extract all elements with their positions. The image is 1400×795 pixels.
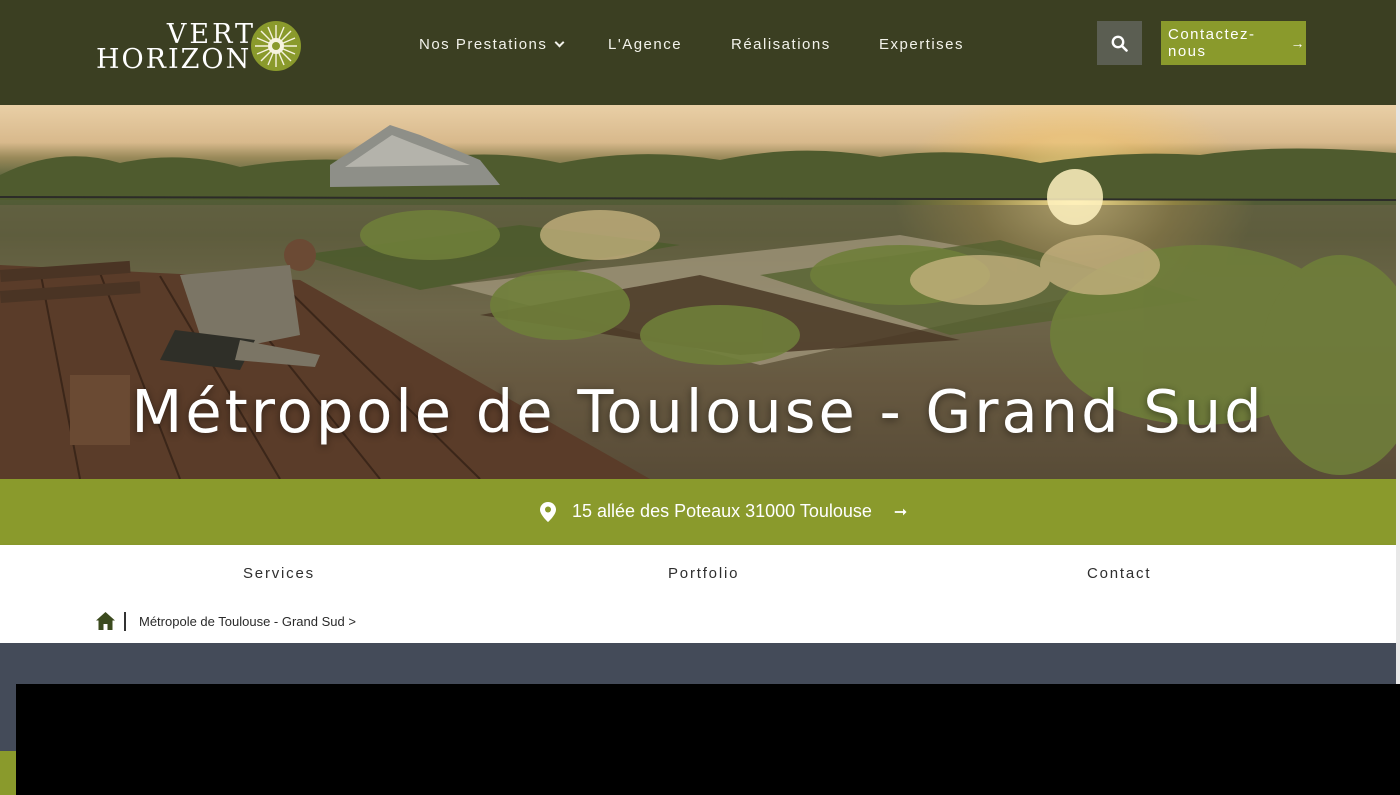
breadcrumb: Métropole de Toulouse - Grand Sud > — [0, 601, 1396, 643]
arrow-right-icon: ➞ — [893, 503, 908, 521]
nav-agence[interactable]: L'Agence — [608, 36, 682, 53]
tab-contact[interactable]: Contact — [1087, 565, 1151, 582]
nav-expertises[interactable]: Expertises — [879, 36, 964, 53]
scrollbar[interactable] — [1396, 0, 1400, 684]
search-button[interactable] — [1097, 21, 1142, 65]
nav-nos-prestations-label: Nos Prestations — [419, 36, 548, 53]
chevron-down-icon — [554, 37, 565, 48]
nav-realisations[interactable]: Réalisations — [731, 36, 831, 53]
address-link[interactable]: 15 allée des Poteaux 31000 Toulouse ➞ — [540, 501, 907, 522]
search-icon — [1111, 35, 1128, 52]
nav-nos-prestations[interactable]: Nos Prestations — [419, 36, 565, 53]
side-accent-tab — [0, 751, 16, 795]
site-header: VERT HORIZON Nos Prestations L'Agence Ré… — [0, 0, 1396, 105]
section-nav: Services Portfolio Contact — [0, 545, 1396, 601]
map-pin-icon — [540, 501, 556, 522]
home-icon[interactable] — [96, 612, 115, 630]
breadcrumb-current[interactable]: Métropole de Toulouse - Grand Sud > — [139, 614, 356, 629]
address-text: 15 allée des Poteaux 31000 Toulouse — [572, 501, 872, 521]
breadcrumb-separator — [124, 612, 126, 631]
logo-wordmark: VERT HORIZON — [96, 21, 256, 75]
contact-button-label: Contactez-nous — [1168, 26, 1256, 60]
hero-banner: Métropole de Toulouse - Grand Sud — [0, 105, 1396, 479]
page-title: Métropole de Toulouse - Grand Sud — [131, 377, 1265, 446]
tab-portfolio[interactable]: Portfolio — [668, 565, 739, 582]
arrow-right-icon: → — [1290, 35, 1306, 51]
contact-button[interactable]: Contactez-nous → — [1161, 21, 1306, 65]
tab-services[interactable]: Services — [243, 565, 315, 582]
sun-emblem-icon — [251, 21, 301, 71]
logo-line-2: HORIZON — [96, 44, 252, 75]
address-bar[interactable]: 15 allée des Poteaux 31000 Toulouse ➞ — [0, 479, 1396, 545]
video-player[interactable] — [16, 684, 1400, 795]
